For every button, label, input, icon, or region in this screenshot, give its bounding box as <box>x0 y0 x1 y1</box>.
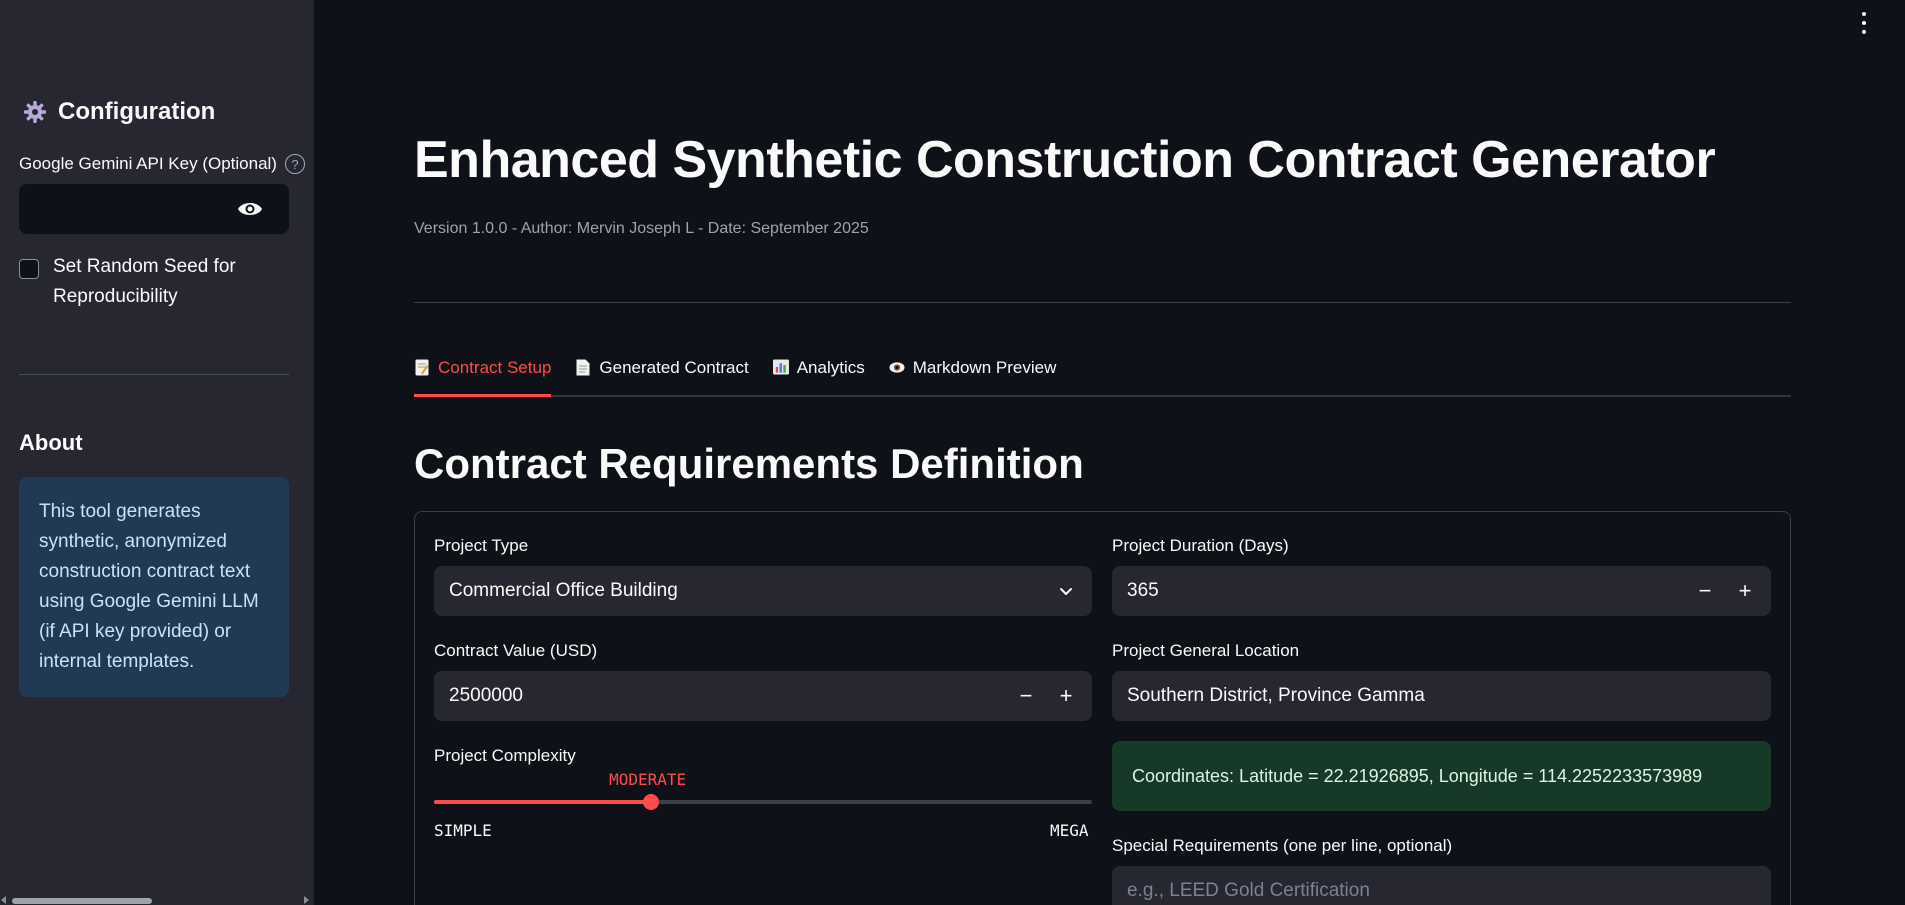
location-value: Southern District, Province Gamma <box>1127 685 1425 706</box>
show-password-icon[interactable] <box>237 198 263 220</box>
contract-value-label: Contract Value (USD) <box>434 641 598 660</box>
page-icon <box>575 358 591 376</box>
increment-button[interactable]: + <box>1725 566 1765 616</box>
tab-analytics[interactable]: Analytics <box>772 350 865 397</box>
scroll-right-icon[interactable] <box>304 896 309 904</box>
duration-label: Project Duration (Days) <box>1112 536 1289 555</box>
random-seed-option[interactable]: Set Random Seed for Reproducibility <box>19 256 253 312</box>
random-seed-label: Set Random Seed for Reproducibility <box>53 256 236 307</box>
gear-icon <box>22 99 48 125</box>
about-title: About <box>19 430 83 455</box>
complexity-slider[interactable] <box>434 794 1092 810</box>
contract-value-input[interactable]: 2500000 <box>434 685 1006 707</box>
api-key-label-text: Google Gemini API Key (Optional) <box>19 154 277 173</box>
api-key-field <box>19 184 289 234</box>
about-text: This tool generates synthetic, anonymize… <box>39 501 259 672</box>
special-requirements-textarea[interactable] <box>1127 880 1756 905</box>
special-requirements-field <box>1112 866 1771 905</box>
api-key-label: Google Gemini API Key (Optional) ? <box>19 154 305 174</box>
complexity-max-label: MEGA <box>1050 821 1089 840</box>
duration-stepper: 365 − + <box>1112 566 1771 616</box>
eye-icon <box>889 358 905 376</box>
decrement-button[interactable]: − <box>1685 566 1725 616</box>
random-seed-checkbox[interactable] <box>19 259 39 279</box>
duration-input[interactable]: 365 <box>1112 580 1685 602</box>
special-requirements-label: Special Requirements (one per line, opti… <box>1112 836 1453 855</box>
project-type-value: Commercial Office Building <box>449 580 678 601</box>
complexity-current-value: MODERATE <box>609 770 687 789</box>
location-label: Project General Location <box>1112 641 1300 660</box>
section-title: Contract Requirements Definition <box>414 440 1084 487</box>
memo-icon <box>414 358 430 376</box>
sidebar-horizontal-scrollbar[interactable] <box>0 895 314 905</box>
tab-bar: Contract Setup Generated Contract Analyt… <box>414 350 1791 397</box>
tab-label: Analytics <box>796 358 865 377</box>
tab-markdown-preview[interactable]: Markdown Preview <box>889 350 1057 397</box>
sidebar-title: Configuration <box>58 98 216 125</box>
bar-chart-icon <box>772 358 789 376</box>
tab-label: Contract Setup <box>438 358 552 377</box>
slider-thumb[interactable] <box>643 794 660 810</box>
sidebar: Configuration Google Gemini API Key (Opt… <box>0 0 314 905</box>
contract-value-stepper: 2500000 − + <box>434 671 1092 721</box>
help-icon[interactable]: ? <box>284 154 305 174</box>
header-divider <box>414 302 1791 303</box>
scroll-left-icon[interactable] <box>1 896 6 904</box>
api-key-input[interactable] <box>19 184 219 234</box>
chevron-down-icon <box>1056 581 1076 601</box>
scrollbar-thumb[interactable] <box>12 898 152 904</box>
slider-fill <box>434 800 652 804</box>
coordinates-success-box: Coordinates: Latitude = 22.21926895, Lon… <box>1112 741 1771 811</box>
main-menu-icon[interactable] <box>1856 12 1872 34</box>
location-input[interactable]: Southern District, Province Gamma <box>1112 671 1771 721</box>
complexity-label: Project Complexity <box>434 746 576 765</box>
coordinates-text: Coordinates: Latitude = 22.21926895, Lon… <box>1132 765 1703 786</box>
project-type-label: Project Type <box>434 536 529 555</box>
tab-generated-contract[interactable]: Generated Contract <box>575 350 749 397</box>
decrement-button[interactable]: − <box>1006 671 1046 721</box>
sidebar-header: Configuration <box>22 98 215 126</box>
tab-label: Generated Contract <box>599 358 749 377</box>
sidebar-divider <box>19 374 289 375</box>
about-info-box: This tool generates synthetic, anonymize… <box>19 477 289 697</box>
tab-label: Markdown Preview <box>912 358 1057 377</box>
page-title: Enhanced Synthetic Construction Contract… <box>414 131 1716 189</box>
project-type-select[interactable]: Commercial Office Building <box>434 566 1092 616</box>
tab-contract-setup[interactable]: Contract Setup <box>414 350 552 397</box>
complexity-min-label: SIMPLE <box>434 821 492 840</box>
increment-button[interactable]: + <box>1046 671 1086 721</box>
version-caption: Version 1.0.0 - Author: Mervin Joseph L … <box>414 220 869 237</box>
